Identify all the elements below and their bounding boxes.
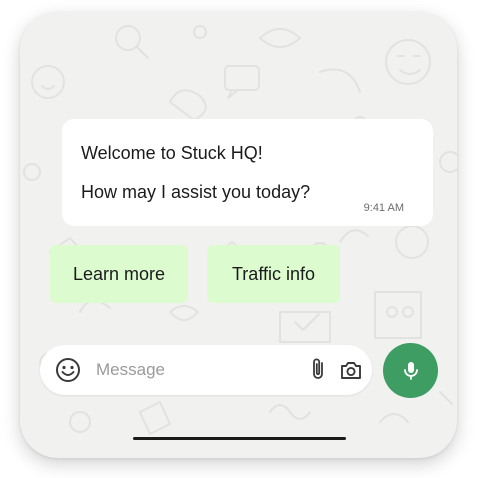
voice-record-button[interactable] xyxy=(383,343,438,398)
incoming-message-bubble: Welcome to Stuck HQ! How may I assist yo… xyxy=(62,119,433,226)
smiley-icon[interactable] xyxy=(55,357,81,383)
traffic-info-button[interactable]: Traffic info xyxy=(207,245,340,303)
home-indicator xyxy=(133,437,346,440)
message-timestamp: 9:41 AM xyxy=(363,202,404,214)
learn-more-button[interactable]: Learn more xyxy=(50,245,188,303)
microphone-icon xyxy=(404,362,418,380)
message-composer xyxy=(40,345,372,395)
paperclip-icon[interactable] xyxy=(308,358,330,382)
message-text-question: How may I assist you today? xyxy=(81,182,311,202)
camera-icon[interactable] xyxy=(339,358,363,382)
message-text-greeting: Welcome to Stuck HQ! xyxy=(81,143,263,163)
message-input[interactable] xyxy=(96,355,266,385)
chat-screen: Welcome to Stuck HQ! How may I assist yo… xyxy=(20,12,457,458)
